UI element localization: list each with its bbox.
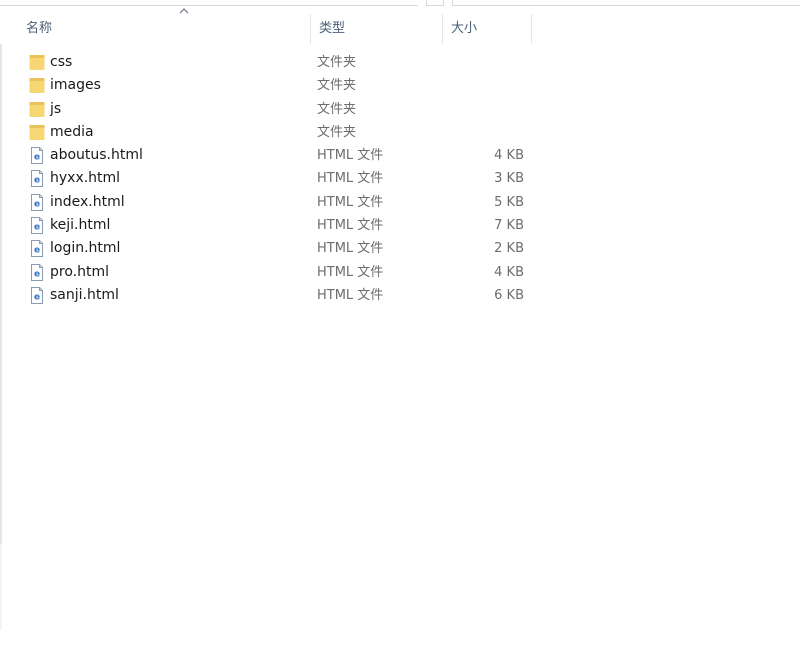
file-type: 文件夹: [317, 124, 357, 140]
file-size: 4 KB: [494, 148, 524, 164]
column-header-type-label: 类型: [319, 21, 346, 36]
file-row[interactable]: images 文件夹: [0, 74, 532, 97]
file-size: 3 KB: [494, 171, 524, 187]
file-explorer-window: 名称 类型 大小 css 文件夹 images 文件夹 js 文件夹 media 文件夹 e ab…: [0, 0, 800, 653]
html-file-icon: e: [29, 170, 45, 188]
file-row[interactable]: e sanji.html HTML 文件 6 KB: [0, 284, 532, 307]
html-file-icon: e: [29, 147, 45, 165]
file-size: 5 KB: [494, 194, 524, 210]
file-row[interactable]: e aboutus.html HTML 文件 4 KB: [0, 144, 532, 167]
file-size: 2 KB: [494, 241, 524, 257]
file-name[interactable]: hyxx.html: [50, 167, 120, 190]
folder-icon: [29, 54, 45, 71]
search-box-edge[interactable]: [452, 0, 800, 6]
file-name[interactable]: index.html: [50, 191, 125, 214]
svg-text:e: e: [34, 246, 40, 256]
navigation-pane-divider-lower: [0, 544, 2, 629]
svg-text:e: e: [34, 176, 40, 186]
file-row[interactable]: e keji.html HTML 文件 7 KB: [0, 214, 532, 237]
file-name[interactable]: css: [50, 51, 72, 74]
file-type: HTML 文件: [317, 218, 384, 234]
file-row[interactable]: js 文件夹: [0, 98, 532, 121]
column-header-name[interactable]: 名称: [18, 8, 310, 44]
file-size: 6 KB: [494, 287, 524, 303]
file-row[interactable]: media 文件夹: [0, 121, 532, 144]
address-bar-edge[interactable]: [0, 0, 418, 6]
file-size: 7 KB: [494, 218, 524, 234]
folder-icon: [29, 77, 45, 94]
file-name[interactable]: media: [50, 121, 94, 144]
column-header-size-label: 大小: [451, 21, 478, 36]
html-file-icon: e: [29, 263, 45, 281]
column-header-name-label: 名称: [26, 21, 53, 36]
file-row[interactable]: e pro.html HTML 文件 4 KB: [0, 261, 532, 284]
file-type: HTML 文件: [317, 148, 384, 164]
svg-text:e: e: [34, 269, 40, 279]
file-row[interactable]: e hyxx.html HTML 文件 3 KB: [0, 167, 532, 190]
file-name[interactable]: js: [50, 98, 61, 121]
file-type: HTML 文件: [317, 171, 384, 187]
file-type: 文件夹: [317, 101, 357, 117]
file-type: 文件夹: [317, 55, 357, 70]
file-size: 4 KB: [494, 264, 524, 280]
svg-text:e: e: [34, 223, 40, 233]
html-file-icon: e: [29, 286, 45, 304]
folder-icon: [29, 101, 45, 118]
svg-text:e: e: [34, 153, 40, 163]
column-header-type[interactable]: 类型: [310, 14, 442, 44]
svg-text:e: e: [34, 292, 40, 302]
file-type: 文件夹: [317, 78, 357, 94]
file-name[interactable]: login.html: [50, 237, 120, 260]
file-type: HTML 文件: [317, 241, 384, 257]
column-header-row: 名称 类型 大小: [0, 8, 800, 44]
file-row[interactable]: e index.html HTML 文件 5 KB: [0, 191, 532, 214]
file-name[interactable]: sanji.html: [50, 284, 119, 307]
file-row[interactable]: e login.html HTML 文件 2 KB: [0, 237, 532, 260]
file-type: HTML 文件: [317, 264, 384, 280]
svg-text:e: e: [34, 199, 40, 209]
chevron-up-icon: [179, 8, 189, 14]
file-list: css 文件夹 images 文件夹 js 文件夹 media 文件夹 e aboutus.htm…: [0, 51, 800, 307]
file-type: HTML 文件: [317, 194, 384, 210]
top-toolbar-edge: [0, 0, 800, 6]
file-row[interactable]: css 文件夹: [0, 51, 532, 74]
html-file-icon: e: [29, 217, 45, 235]
refresh-button-edge[interactable]: [426, 0, 444, 6]
html-file-icon: e: [29, 240, 45, 258]
file-name[interactable]: pro.html: [50, 261, 109, 284]
file-name[interactable]: aboutus.html: [50, 144, 143, 167]
file-name[interactable]: images: [50, 74, 101, 97]
file-type: HTML 文件: [317, 287, 384, 303]
file-name[interactable]: keji.html: [50, 214, 110, 237]
folder-icon: [29, 124, 45, 141]
column-header-size[interactable]: 大小: [442, 14, 532, 44]
html-file-icon: e: [29, 193, 45, 211]
